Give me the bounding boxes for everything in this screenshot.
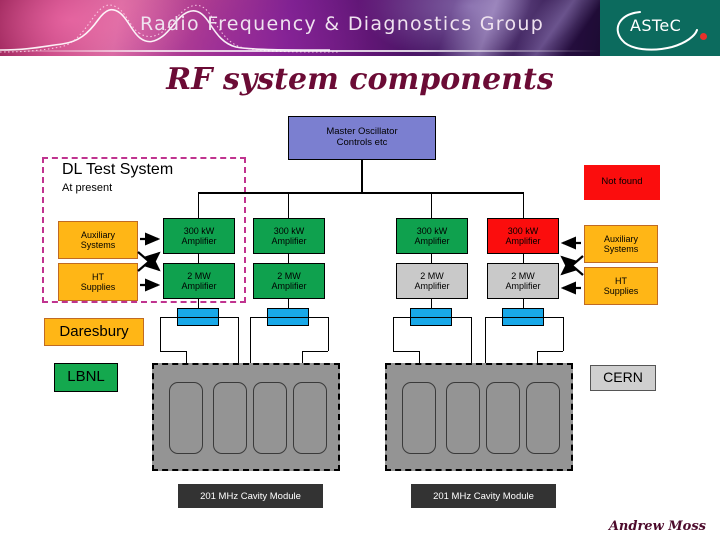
chain-3-driver-amplifier[interactable]: 300 kW Amplifier [396, 218, 468, 254]
right-ht-supplies-box[interactable]: HT Supplies [584, 267, 658, 305]
not-found-box: Not found [584, 165, 660, 200]
mo-bus-line [198, 192, 524, 194]
chain-3-final-line2: Amplifier [414, 281, 450, 291]
left-auxiliary-systems-box[interactable]: Auxiliary Systems [58, 221, 138, 259]
master-oscillator-box[interactable]: Master Oscillator Controls etc [288, 116, 436, 160]
chain-4-split-bus [485, 317, 563, 318]
legend-daresbury[interactable]: Daresbury [44, 318, 144, 346]
header-banner: Radio Frequency & Diagnostics Group [0, 0, 600, 56]
bus-drop-2 [288, 192, 289, 218]
chain-1-driver-line1: 300 kW [183, 225, 215, 236]
chain-2-split-right [328, 317, 329, 351]
left-aux-line2: Systems [80, 240, 116, 250]
legend-lbnl[interactable]: LBNL [54, 363, 118, 392]
chain-4-split-right [563, 317, 564, 351]
page-title: RF system components [166, 62, 554, 97]
chain-1-split-left [160, 317, 161, 351]
chain-4-interstage-link [523, 254, 524, 263]
chain-1-interstage-link [198, 254, 199, 263]
left-ht-line2: Supplies [80, 282, 116, 292]
chain-3-output-link [431, 299, 432, 308]
astec-logo: ASTeC [600, 0, 720, 56]
chain-3-final-amplifier[interactable]: 2 MW Amplifier [396, 263, 468, 299]
right-aux-line1: Auxiliary [603, 233, 638, 244]
chain-4-driver-line1: 300 kW [507, 225, 539, 236]
astec-logo-text: ASTeC [630, 16, 682, 35]
chain-2-output-link [288, 299, 289, 308]
chain-1-split-bus [160, 317, 238, 318]
chain-2-driver-line1: 300 kW [273, 225, 305, 236]
banner-title: Radio Frequency & Diagnostics Group [140, 13, 545, 35]
chain-1-output-link [198, 299, 199, 308]
cavity-module-2-label: 201 MHz Cavity Module [411, 484, 556, 508]
right-aux-line2: Systems [603, 244, 639, 254]
chain-2-interstage-link [288, 254, 289, 263]
cavity-module-2-cavity-2 [446, 382, 480, 454]
cavity-module-1-cavity-3 [253, 382, 287, 454]
chain-4-driver-line2: Amplifier [505, 236, 541, 246]
chain-1-final-line1: 2 MW [187, 270, 211, 281]
cavity-module-1-label: 201 MHz Cavity Module [178, 484, 323, 508]
bus-drop-4 [523, 192, 524, 218]
right-ht-line1: HT [615, 275, 627, 286]
chain-2-split-right-jog [302, 351, 328, 352]
chain-2-final-amplifier[interactable]: 2 MW Amplifier [253, 263, 325, 299]
astec-logo-dot [700, 33, 707, 40]
chain-1-split-left-jog [160, 351, 186, 352]
chain-4-output-link [523, 299, 524, 308]
left-aux-line1: Auxiliary [80, 229, 115, 240]
chain-3-interstage-link [431, 254, 432, 263]
left-ht-line1: HT [92, 271, 104, 282]
chain-4-split-right-jog [537, 351, 563, 352]
right-ht-line2: Supplies [603, 286, 639, 296]
chain-1-final-line2: Amplifier [181, 281, 217, 291]
chain-4-final-amplifier[interactable]: 2 MW Amplifier [487, 263, 559, 299]
chain-1-driver-line2: Amplifier [181, 236, 217, 246]
bus-drop-1 [198, 192, 199, 218]
left-ht-supplies-box[interactable]: HT Supplies [58, 263, 138, 301]
cavity-module-2-cavity-1 [402, 382, 436, 454]
master-oscillator-line2: Controls etc [336, 137, 388, 148]
chain-2-final-line2: Amplifier [271, 281, 307, 291]
chain-2-split-bus [250, 317, 328, 318]
cavity-module-2-cavity-4 [526, 382, 560, 454]
chain-4-final-line1: 2 MW [511, 270, 535, 281]
chain-3-driver-line1: 300 kW [416, 225, 448, 236]
chain-2-final-line1: 2 MW [277, 270, 301, 281]
chain-3-split-left [393, 317, 394, 351]
chain-3-driver-line2: Amplifier [414, 236, 450, 246]
slide-canvas: Radio Frequency & Diagnostics Group ASTe… [0, 0, 720, 540]
chain-4-final-line2: Amplifier [505, 281, 541, 291]
cavity-module-2-cavity-3 [486, 382, 520, 454]
chain-4-driver-amplifier[interactable]: 300 kW Amplifier [487, 218, 559, 254]
bus-drop-3 [431, 192, 432, 218]
mo-drop-line [361, 160, 363, 193]
cavity-module-1-cavity-4 [293, 382, 327, 454]
chain-1-driver-amplifier[interactable]: 300 kW Amplifier [163, 218, 235, 254]
chain-1-final-amplifier[interactable]: 2 MW Amplifier [163, 263, 235, 299]
chain-2-driver-amplifier[interactable]: 300 kW Amplifier [253, 218, 325, 254]
dl-test-system-subheading: At present [62, 182, 113, 194]
chain-3-final-line1: 2 MW [420, 270, 444, 281]
cavity-module-1-cavity-2 [213, 382, 247, 454]
chain-3-split-bus [393, 317, 471, 318]
right-auxiliary-systems-box[interactable]: Auxiliary Systems [584, 225, 658, 263]
legend-cern[interactable]: CERN [590, 365, 656, 391]
banner-underline [0, 50, 600, 52]
dl-test-system-heading: DL Test System [62, 161, 174, 178]
cavity-module-1-cavity-1 [169, 382, 203, 454]
chain-2-driver-line2: Amplifier [271, 236, 307, 246]
chain-3-split-left-jog [393, 351, 419, 352]
author-signature: Andrew Moss [608, 519, 706, 534]
